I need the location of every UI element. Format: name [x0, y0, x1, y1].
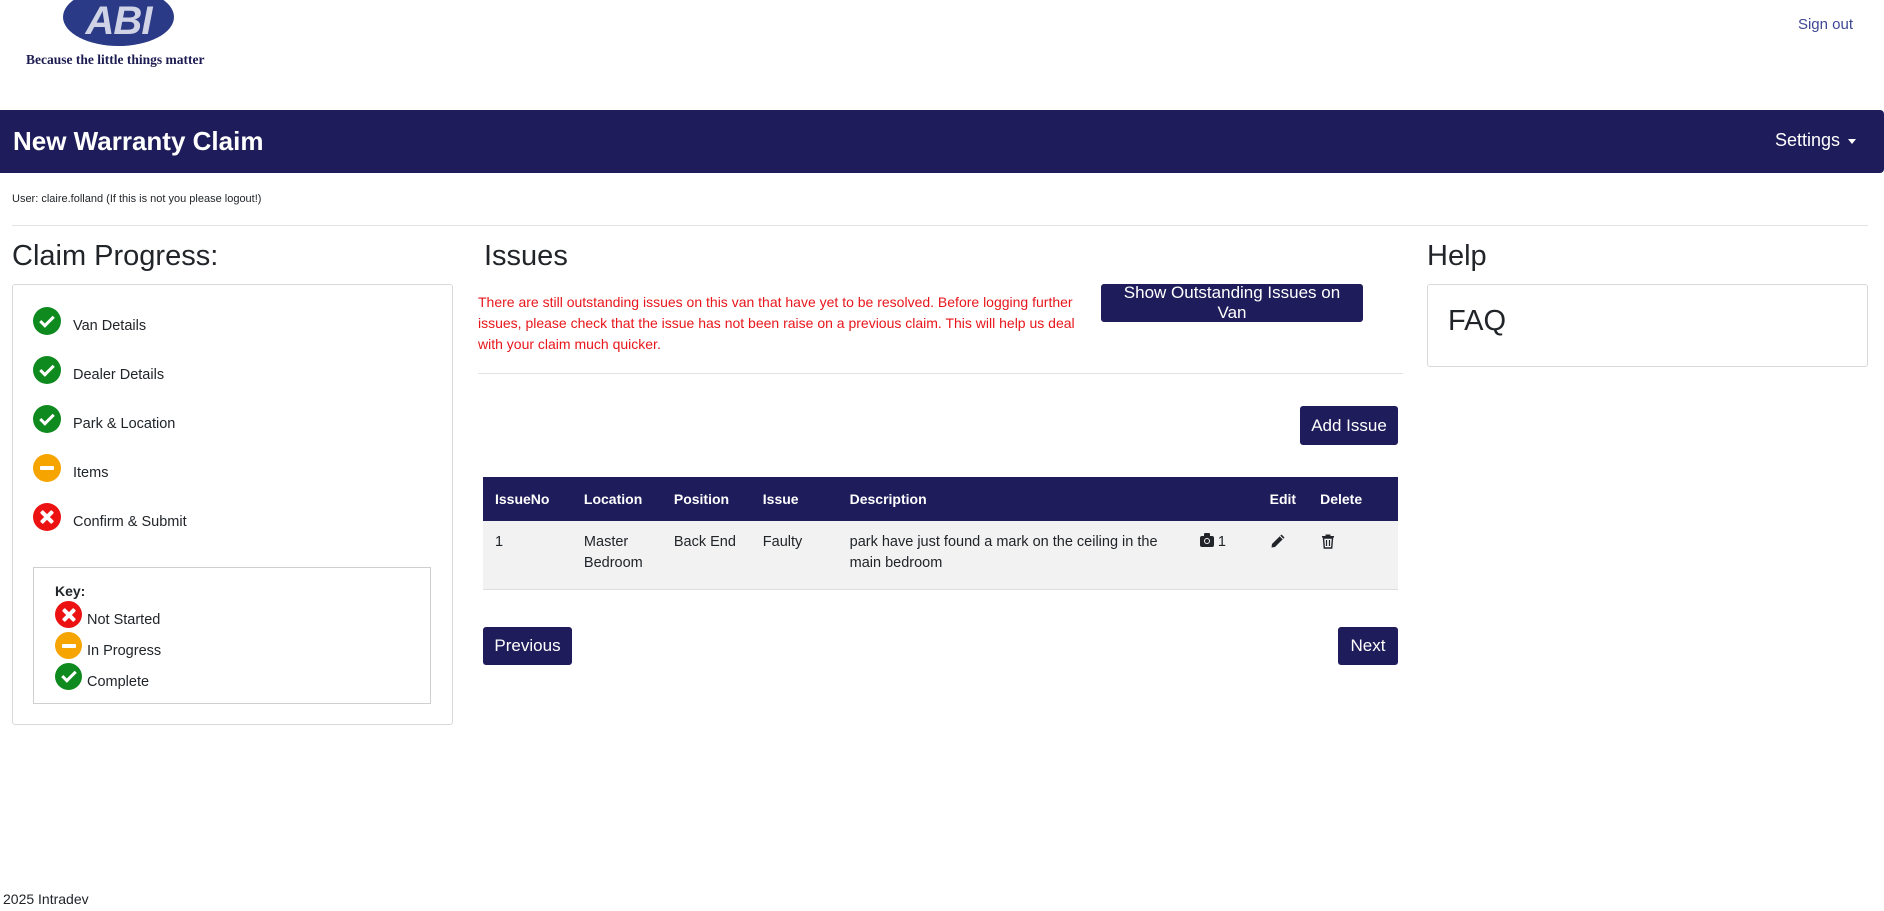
column-header-position: Position [661, 477, 751, 521]
column-header-location: Location [571, 477, 662, 521]
top-header: ABI Because the little things matter Sig… [0, 0, 1884, 110]
help-card: FAQ [1427, 284, 1868, 367]
next-button[interactable]: Next [1338, 627, 1398, 665]
cell-issue-no: 1 [483, 521, 572, 590]
step-label: Park & Location [73, 416, 176, 432]
key-in-progress: In Progress [55, 632, 161, 659]
logo-tagline: Because the little things matter [26, 52, 205, 67]
cell-photos[interactable]: 1 [1199, 521, 1258, 590]
help-panel: Help FAQ [1427, 240, 1868, 367]
trash-icon[interactable] [1320, 533, 1336, 549]
camera-icon [1199, 533, 1214, 547]
issues-panel: Issues There are still outstanding issue… [478, 240, 1403, 680]
claim-progress-panel: Claim Progress: Van Details Dealer Detai… [12, 240, 453, 725]
x-circle-icon [33, 503, 61, 531]
column-header-delete: Delete [1308, 477, 1398, 521]
outstanding-issues-warning: There are still outstanding issues on th… [478, 294, 1075, 352]
step-van-details[interactable]: Van Details [33, 307, 146, 335]
cell-location: Master Bedroom [571, 521, 662, 590]
abi-logo[interactable]: ABI Because the little things matter [26, 0, 216, 70]
step-park-location[interactable]: Park & Location [33, 405, 175, 433]
minus-circle-icon [33, 454, 61, 482]
column-header-photos [1199, 477, 1258, 521]
check-circle-icon [33, 405, 61, 433]
check-circle-icon [33, 356, 61, 384]
sign-out-link[interactable]: Sign out [1798, 16, 1853, 33]
column-header-edit: Edit [1257, 477, 1309, 521]
step-label: Items [73, 465, 109, 481]
faq-link[interactable]: FAQ [1448, 305, 1506, 338]
cell-position: Back End [661, 521, 751, 590]
step-items[interactable]: Items [33, 454, 108, 482]
show-outstanding-issues-button[interactable]: Show Outstanding Issues on Van [1101, 283, 1363, 322]
page-title: New Warranty Claim [13, 126, 264, 156]
cell-edit [1257, 521, 1309, 590]
key-title: Key: [55, 583, 86, 599]
key-not-started: Not Started [55, 601, 160, 628]
minus-circle-icon [55, 632, 82, 659]
logo-mark: ABI [63, 0, 174, 46]
table-row: 1 Master Bedroom Back End Faulty park ha… [483, 521, 1398, 590]
add-issue-button[interactable]: Add Issue [1300, 406, 1398, 445]
column-header-issue: Issue [750, 477, 838, 521]
x-circle-icon [55, 601, 82, 628]
footer: 2025 Intradev [3, 891, 89, 907]
cell-issue: Faulty [750, 521, 838, 590]
claim-progress-heading: Claim Progress: [12, 240, 219, 272]
column-header-issue-no: IssueNo [483, 477, 572, 521]
check-circle-icon [33, 307, 61, 335]
help-heading: Help [1427, 240, 1487, 272]
step-label: Van Details [73, 318, 147, 334]
settings-label: Settings [1774, 130, 1840, 150]
caret-down-icon [1848, 139, 1856, 144]
user-info: User: claire.folland (If this is not you… [12, 193, 262, 205]
key-complete: Complete [55, 663, 149, 690]
settings-dropdown[interactable]: Settings [1775, 130, 1856, 151]
check-circle-icon [55, 663, 82, 690]
divider [478, 373, 1403, 374]
navbar: New Warranty Claim Settings [0, 110, 1884, 173]
step-label: Confirm & Submit [73, 514, 187, 530]
issues-table: IssueNo Location Position Issue Descript… [483, 477, 1398, 590]
step-dealer-details[interactable]: Dealer Details [33, 356, 164, 384]
issues-heading: Issues [484, 240, 568, 272]
key-label: Complete [87, 673, 150, 690]
progress-card: Van Details Dealer Details Park & Locati… [12, 284, 453, 725]
divider [12, 225, 1868, 226]
key-label: In Progress [87, 642, 162, 659]
cell-delete [1308, 521, 1398, 590]
cell-description: park have just found a mark on the ceili… [837, 521, 1200, 590]
pencil-icon[interactable] [1270, 533, 1286, 549]
step-label: Dealer Details [73, 367, 165, 383]
photo-count: 1 [1217, 534, 1226, 550]
previous-button[interactable]: Previous [483, 627, 572, 665]
table-header-row: IssueNo Location Position Issue Descript… [483, 477, 1398, 521]
key-label: Not Started [87, 611, 161, 628]
step-confirm-submit[interactable]: Confirm & Submit [33, 503, 187, 531]
status-key: Key: Not Started In Progress Complete [33, 567, 431, 704]
column-header-description: Description [837, 477, 1200, 521]
